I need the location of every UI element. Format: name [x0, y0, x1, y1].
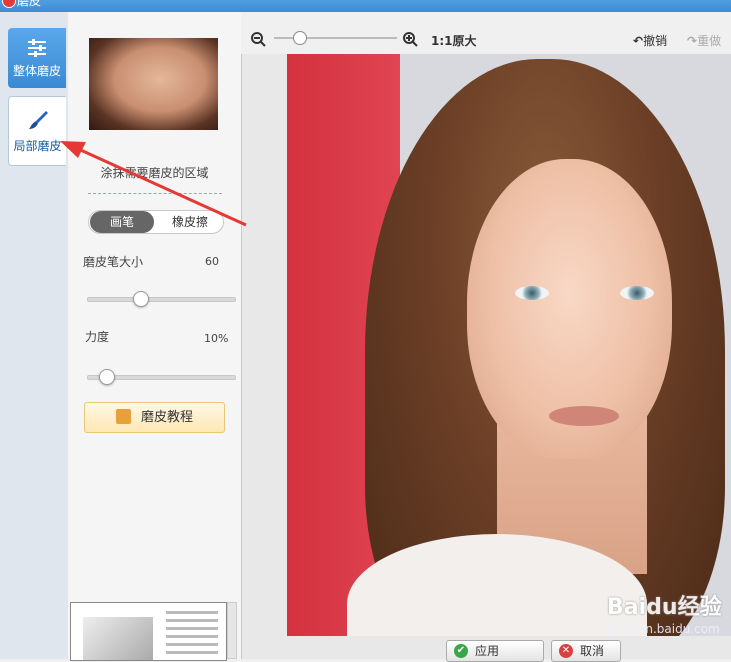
window-title: 磨皮	[17, 0, 42, 8]
left-eye	[515, 286, 549, 300]
brush-size-slider-knob[interactable]	[132, 291, 149, 307]
tab-local-smoothing[interactable]: 局部磨皮	[8, 96, 66, 166]
canvas-toolbar: 1:1原大 ↶撤销 ↷重做	[241, 20, 731, 54]
zoom-slider-knob[interactable]	[293, 31, 307, 45]
tab-label: 局部磨皮	[13, 139, 62, 153]
zoom-in-icon[interactable]	[402, 31, 418, 47]
side-panel: 涂抹需要磨皮的区域 画笔 橡皮擦 磨皮笔大小 60 力度 10% 磨皮教程	[68, 12, 241, 661]
watermark-url: jingyan.baidu.com	[609, 622, 720, 636]
redo-label: 重做	[697, 34, 722, 48]
preview-thumbnail	[89, 38, 218, 130]
divider	[88, 193, 222, 194]
canvas-area[interactable]: Baidu经验 jingyan.baidu.com	[241, 54, 731, 659]
histogram-graph	[83, 617, 153, 660]
book-icon	[115, 409, 131, 424]
undo-label: 撤销	[643, 34, 668, 48]
strength-slider-knob[interactable]	[98, 369, 115, 385]
sliders-icon	[28, 39, 46, 57]
undo-button[interactable]: ↶撤销	[633, 32, 667, 49]
watermark-brand: Baidu经验	[607, 595, 722, 620]
mode-tab-bar: 整体磨皮 局部磨皮	[0, 12, 69, 659]
eraser-mode-button[interactable]: 橡皮擦	[157, 211, 223, 233]
panel-scrollbar[interactable]	[227, 602, 237, 659]
cancel-icon: ✕	[559, 644, 573, 658]
tutorial-label: 磨皮教程	[140, 410, 193, 425]
actual-size-button[interactable]: 1:1原大	[431, 32, 477, 49]
cancel-label: 取消	[580, 644, 605, 658]
brush-icon	[28, 111, 48, 129]
apply-label: 应用	[475, 644, 500, 658]
tutorial-button[interactable]: 磨皮教程	[84, 402, 225, 433]
lips	[549, 406, 619, 426]
title-bar: 磨皮	[0, 0, 731, 12]
undo-icon: ↶	[633, 34, 644, 48]
check-icon: ✔	[454, 644, 468, 658]
brush-size-value: 60	[205, 255, 219, 268]
right-eye	[620, 286, 654, 300]
app-logo-icon	[2, 0, 16, 8]
brush-size-slider-track[interactable]	[87, 297, 236, 302]
tab-overall-smoothing[interactable]: 整体磨皮	[8, 28, 66, 88]
zoom-out-icon[interactable]	[250, 31, 266, 47]
mode-toggle: 画笔 橡皮擦	[88, 210, 224, 234]
strength-value: 10%	[204, 332, 229, 345]
brush-mode-button[interactable]: 画笔	[90, 211, 154, 233]
embedded-screenshot	[70, 602, 227, 661]
redo-icon: ↷	[687, 34, 698, 48]
tab-label: 整体磨皮	[12, 64, 61, 78]
strength-label: 力度	[85, 330, 110, 344]
brush-size-label: 磨皮笔大小	[83, 255, 144, 269]
redo-button[interactable]: ↷重做	[687, 32, 721, 49]
portrait-photo[interactable]: Baidu经验 jingyan.baidu.com	[287, 54, 731, 636]
hint-text: 涂抹需要磨皮的区域	[100, 166, 209, 180]
